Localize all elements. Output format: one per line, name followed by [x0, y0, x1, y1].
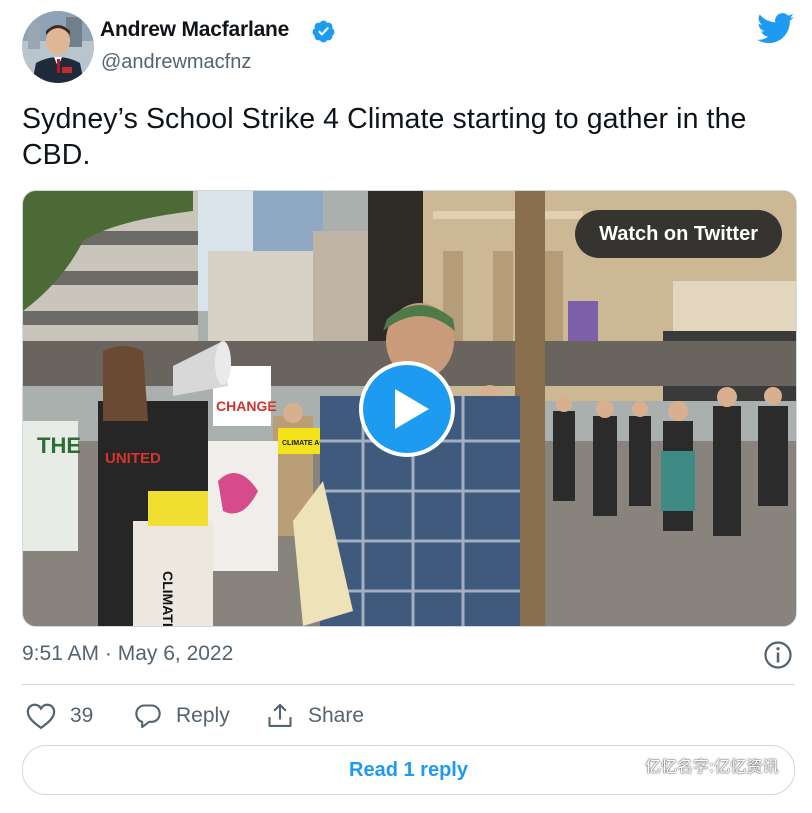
share-icon — [268, 703, 292, 727]
play-icon — [395, 389, 429, 429]
reply-label: Reply — [176, 704, 230, 727]
reply-icon — [135, 704, 161, 729]
video-player[interactable]: THE CHANGE CLIMATE UNITED CLIMATE Watch … — [22, 190, 797, 627]
tweet-card: Andrew Macfarlane @andrewmacfnz Sydney’s… — [0, 0, 812, 813]
info-icon[interactable] — [763, 640, 793, 670]
avatar-image — [22, 11, 94, 83]
share-button[interactable]: Share — [266, 700, 364, 732]
tweet-text: Sydney’s School Strike 4 Climate startin… — [22, 103, 747, 171]
tweet-timestamp[interactable]: 9:51 AM · May 6, 2022 — [22, 642, 233, 666]
timestamp-link[interactable]: 9:51 AM · May 6, 2022 — [22, 642, 233, 665]
author-name[interactable]: Andrew Macfarlane — [100, 18, 289, 42]
play-button[interactable] — [359, 361, 455, 457]
watch-on-twitter-button[interactable]: Watch on Twitter — [575, 210, 782, 258]
heart-icon — [26, 703, 56, 730]
share-label: Share — [308, 704, 365, 727]
like-count: 39 — [70, 704, 94, 727]
reply-button[interactable]: Reply — [134, 700, 230, 732]
bag-text: CLIMATE — [160, 571, 176, 626]
author-handle[interactable]: @andrewmacfnz — [101, 51, 251, 74]
like-button[interactable]: 39 — [26, 700, 93, 732]
divider — [22, 684, 795, 685]
author-avatar[interactable] — [22, 11, 94, 83]
sign-change-text: CHANGE — [216, 398, 277, 414]
watermark-text: 亿忆名字:亿忆资讯 — [645, 757, 779, 776]
shirt-text: UNITED — [105, 450, 161, 467]
sign-left-text: THE — [37, 433, 81, 458]
verified-badge-icon — [312, 20, 335, 43]
twitter-bird-icon[interactable] — [757, 13, 795, 44]
